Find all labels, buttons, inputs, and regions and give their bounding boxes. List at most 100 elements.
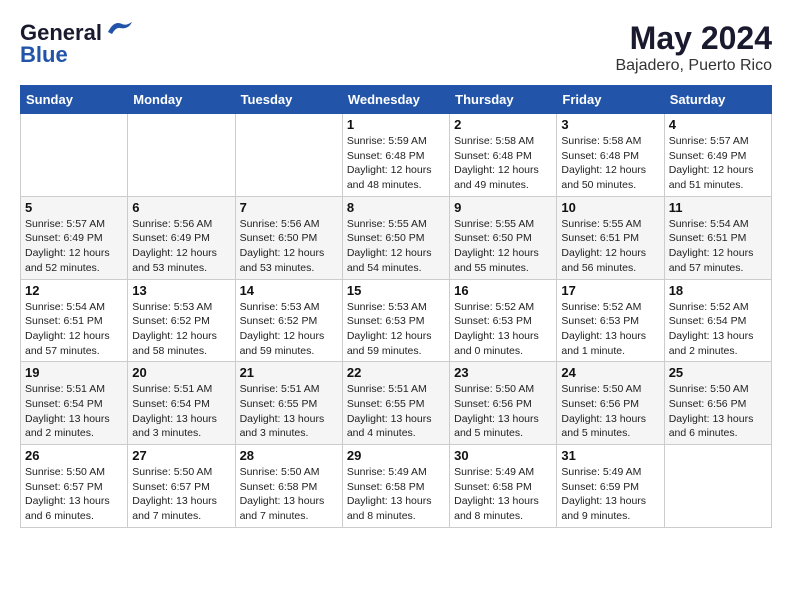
table-row: 11 Sunrise: 5:54 AM Sunset: 6:51 PM Dayli… — [664, 196, 771, 279]
table-row: 29 Sunrise: 5:49 AM Sunset: 6:58 PM Dayli… — [342, 445, 449, 528]
title-block: May 2024 Bajadero, Puerto Rico — [615, 20, 772, 75]
table-row: 5 Sunrise: 5:57 AM Sunset: 6:49 PM Daylig… — [21, 196, 128, 279]
table-row: 24 Sunrise: 5:50 AM Sunset: 6:56 PM Dayli… — [557, 362, 664, 445]
day-info: Sunrise: 5:59 AM Sunset: 6:48 PM Dayligh… — [347, 134, 445, 193]
day-number: 20 — [132, 365, 230, 380]
calendar-week-row: 12Sunrise: 5:54 AM Sunset: 6:51 PM Dayli… — [21, 279, 772, 362]
day-number: 2 — [454, 117, 552, 132]
table-row: 23 Sunrise: 5:50 AM Sunset: 6:56 PM Dayli… — [450, 362, 557, 445]
day-number: 24 — [561, 365, 659, 380]
day-number: 15 — [347, 283, 445, 298]
header-saturday: Saturday — [664, 86, 771, 114]
day-info: Sunrise: 5:56 AM Sunset: 6:49 PM Dayligh… — [132, 217, 230, 276]
day-info: Sunrise: 5:51 AM Sunset: 6:55 PM Dayligh… — [240, 382, 338, 441]
table-row — [21, 114, 128, 197]
table-row: 4 Sunrise: 5:57 AM Sunset: 6:49 PM Daylig… — [664, 114, 771, 197]
calendar-header-row: Sunday Monday Tuesday Wednesday Thursday… — [21, 86, 772, 114]
day-number: 17 — [561, 283, 659, 298]
day-number: 3 — [561, 117, 659, 132]
day-number: 8 — [347, 200, 445, 215]
day-number: 16 — [454, 283, 552, 298]
header-wednesday: Wednesday — [342, 86, 449, 114]
table-row — [664, 445, 771, 528]
day-number: 27 — [132, 448, 230, 463]
day-info: Sunrise: 5:51 AM Sunset: 6:54 PM Dayligh… — [25, 382, 123, 441]
table-row: 21Sunrise: 5:51 AM Sunset: 6:55 PM Dayli… — [235, 362, 342, 445]
day-number: 31 — [561, 448, 659, 463]
day-info: Sunrise: 5:50 AM Sunset: 6:57 PM Dayligh… — [25, 465, 123, 524]
table-row: 17 Sunrise: 5:52 AM Sunset: 6:53 PM Dayli… — [557, 279, 664, 362]
day-number: 4 — [669, 117, 767, 132]
day-number: 6 — [132, 200, 230, 215]
calendar-week-row: 5 Sunrise: 5:57 AM Sunset: 6:49 PM Daylig… — [21, 196, 772, 279]
table-row — [235, 114, 342, 197]
table-row: 15 Sunrise: 5:53 AM Sunset: 6:53 PM Dayli… — [342, 279, 449, 362]
day-info: Sunrise: 5:53 AM Sunset: 6:52 PM Dayligh… — [240, 300, 338, 359]
day-info: Sunrise: 5:53 AM Sunset: 6:53 PM Dayligh… — [347, 300, 445, 359]
table-row: 26 Sunrise: 5:50 AM Sunset: 6:57 PM Dayli… — [21, 445, 128, 528]
table-row — [128, 114, 235, 197]
table-row: 13Sunrise: 5:53 AM Sunset: 6:52 PM Dayli… — [128, 279, 235, 362]
day-number: 25 — [669, 365, 767, 380]
table-row: 2Sunrise: 5:58 AM Sunset: 6:48 PM Daylig… — [450, 114, 557, 197]
table-row: 9Sunrise: 5:55 AM Sunset: 6:50 PM Daylig… — [450, 196, 557, 279]
table-row: 18Sunrise: 5:52 AM Sunset: 6:54 PM Dayli… — [664, 279, 771, 362]
day-number: 5 — [25, 200, 123, 215]
day-number: 7 — [240, 200, 338, 215]
logo: General Blue — [20, 20, 136, 68]
day-info: Sunrise: 5:50 AM Sunset: 6:56 PM Dayligh… — [454, 382, 552, 441]
day-info: Sunrise: 5:50 AM Sunset: 6:58 PM Dayligh… — [240, 465, 338, 524]
day-info: Sunrise: 5:55 AM Sunset: 6:51 PM Dayligh… — [561, 217, 659, 276]
day-number: 22 — [347, 365, 445, 380]
day-info: Sunrise: 5:50 AM Sunset: 6:56 PM Dayligh… — [669, 382, 767, 441]
table-row: 27 Sunrise: 5:50 AM Sunset: 6:57 PM Dayli… — [128, 445, 235, 528]
day-number: 23 — [454, 365, 552, 380]
logo-bird-icon — [104, 18, 136, 40]
day-info: Sunrise: 5:58 AM Sunset: 6:48 PM Dayligh… — [561, 134, 659, 193]
day-info: Sunrise: 5:56 AM Sunset: 6:50 PM Dayligh… — [240, 217, 338, 276]
day-number: 26 — [25, 448, 123, 463]
table-row: 19 Sunrise: 5:51 AM Sunset: 6:54 PM Dayli… — [21, 362, 128, 445]
day-info: Sunrise: 5:55 AM Sunset: 6:50 PM Dayligh… — [347, 217, 445, 276]
day-number: 29 — [347, 448, 445, 463]
day-info: Sunrise: 5:49 AM Sunset: 6:58 PM Dayligh… — [454, 465, 552, 524]
month-year-title: May 2024 — [615, 20, 772, 57]
table-row: 6 Sunrise: 5:56 AM Sunset: 6:49 PM Daylig… — [128, 196, 235, 279]
day-info: Sunrise: 5:50 AM Sunset: 6:57 PM Dayligh… — [132, 465, 230, 524]
header-friday: Friday — [557, 86, 664, 114]
table-row: 10 Sunrise: 5:55 AM Sunset: 6:51 PM Dayli… — [557, 196, 664, 279]
day-info: Sunrise: 5:53 AM Sunset: 6:52 PM Dayligh… — [132, 300, 230, 359]
table-row: 16Sunrise: 5:52 AM Sunset: 6:53 PM Dayli… — [450, 279, 557, 362]
header-thursday: Thursday — [450, 86, 557, 114]
day-info: Sunrise: 5:55 AM Sunset: 6:50 PM Dayligh… — [454, 217, 552, 276]
table-row: 30 Sunrise: 5:49 AM Sunset: 6:58 PM Dayli… — [450, 445, 557, 528]
table-row: 25 Sunrise: 5:50 AM Sunset: 6:56 PM Dayli… — [664, 362, 771, 445]
day-info: Sunrise: 5:49 AM Sunset: 6:58 PM Dayligh… — [347, 465, 445, 524]
header-monday: Monday — [128, 86, 235, 114]
day-number: 11 — [669, 200, 767, 215]
day-number: 10 — [561, 200, 659, 215]
header-sunday: Sunday — [21, 86, 128, 114]
table-row: 8 Sunrise: 5:55 AM Sunset: 6:50 PM Daylig… — [342, 196, 449, 279]
location-subtitle: Bajadero, Puerto Rico — [615, 57, 772, 75]
day-info: Sunrise: 5:54 AM Sunset: 6:51 PM Dayligh… — [669, 217, 767, 276]
table-row: 12Sunrise: 5:54 AM Sunset: 6:51 PM Dayli… — [21, 279, 128, 362]
day-info: Sunrise: 5:54 AM Sunset: 6:51 PM Dayligh… — [25, 300, 123, 359]
day-number: 30 — [454, 448, 552, 463]
table-row: 28 Sunrise: 5:50 AM Sunset: 6:58 PM Dayli… — [235, 445, 342, 528]
day-info: Sunrise: 5:50 AM Sunset: 6:56 PM Dayligh… — [561, 382, 659, 441]
table-row: 1 Sunrise: 5:59 AM Sunset: 6:48 PM Daylig… — [342, 114, 449, 197]
page-header: General Blue May 2024 Bajadero, Puerto R… — [20, 20, 772, 75]
day-number: 28 — [240, 448, 338, 463]
table-row: 7 Sunrise: 5:56 AM Sunset: 6:50 PM Daylig… — [235, 196, 342, 279]
day-number: 1 — [347, 117, 445, 132]
day-info: Sunrise: 5:57 AM Sunset: 6:49 PM Dayligh… — [25, 217, 123, 276]
day-info: Sunrise: 5:52 AM Sunset: 6:53 PM Dayligh… — [561, 300, 659, 359]
day-number: 19 — [25, 365, 123, 380]
day-info: Sunrise: 5:57 AM Sunset: 6:49 PM Dayligh… — [669, 134, 767, 193]
table-row: 20 Sunrise: 5:51 AM Sunset: 6:54 PM Dayli… — [128, 362, 235, 445]
day-info: Sunrise: 5:51 AM Sunset: 6:54 PM Dayligh… — [132, 382, 230, 441]
calendar-week-row: 26 Sunrise: 5:50 AM Sunset: 6:57 PM Dayli… — [21, 445, 772, 528]
calendar-week-row: 1 Sunrise: 5:59 AM Sunset: 6:48 PM Daylig… — [21, 114, 772, 197]
calendar-week-row: 19 Sunrise: 5:51 AM Sunset: 6:54 PM Dayli… — [21, 362, 772, 445]
